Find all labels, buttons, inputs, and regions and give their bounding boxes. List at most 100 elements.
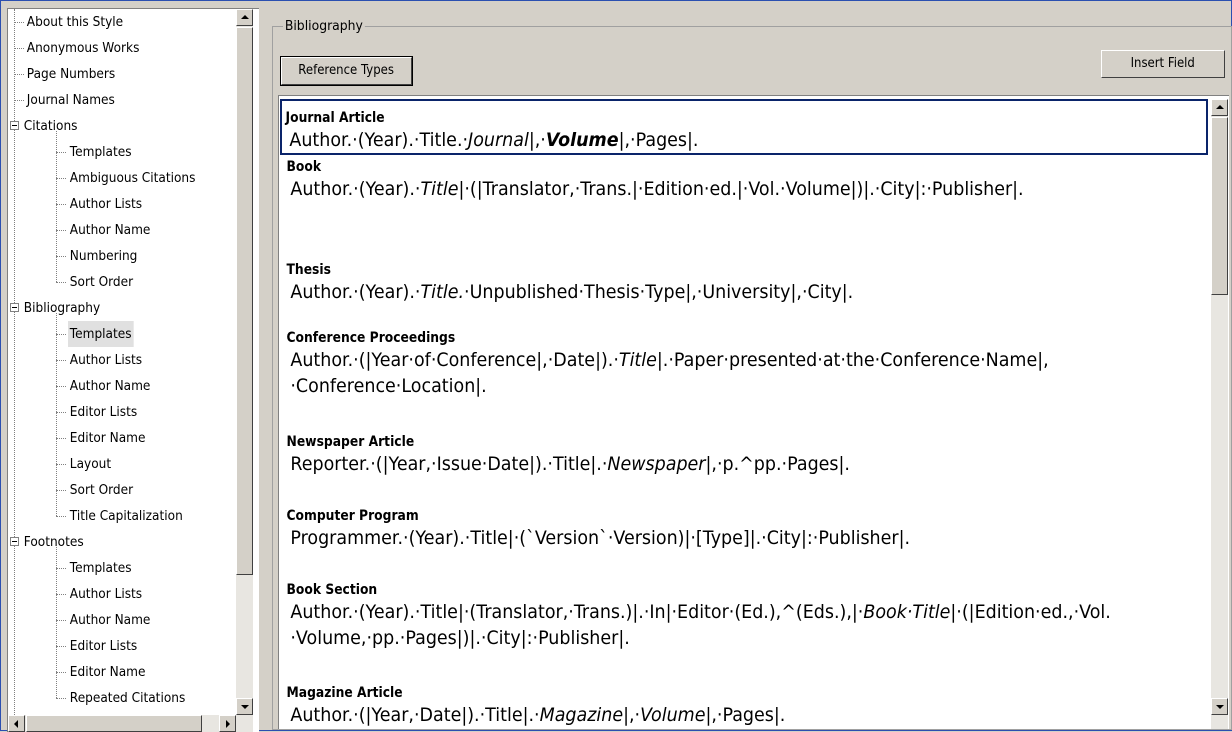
template-entry[interactable]: Computer Program Programmer.·(Year).·Titl… [283, 507, 1209, 551]
tree-item-author-name[interactable]: Author Name [8, 607, 236, 633]
tree-item-label: Repeated Citations [69, 690, 186, 706]
template-text[interactable]: ·Volume,·pp.·Pages|)|.·City|:·Publisher|… [283, 625, 1210, 651]
tree-item-label: Templates [69, 144, 132, 160]
tree-item-about-this-style[interactable]: About this Style [8, 9, 236, 35]
tree-item-ambiguous-citations[interactable]: Ambiguous Citations [8, 165, 236, 191]
tree-item-templates[interactable]: Templates [8, 139, 236, 165]
editor-scroll-thumb[interactable] [1211, 117, 1228, 295]
tree-item-label: Title Capitalization [69, 508, 183, 524]
template-entry[interactable]: Magazine Article Author.·(|Year,·Date|).·… [283, 684, 1209, 728]
tree-item-label: Editor Lists [69, 638, 138, 654]
template-segment: Newspaper [607, 453, 706, 475]
template-text[interactable]: Author.·(Year).·Title.·Unpublished·Thesi… [283, 279, 1210, 305]
tree-item-author-lists[interactable]: Author Lists [8, 581, 236, 607]
template-entry[interactable]: Newspaper Article Reporter.·(|Year,·Issue… [283, 433, 1209, 477]
tree-vertical-scrollbar[interactable] [236, 9, 253, 715]
template-text[interactable]: Author.·(|Year·of·Conference|,·Date|).·T… [283, 347, 1210, 373]
tree-item-layout[interactable]: Layout [8, 451, 236, 477]
tree-item-label: Layout [69, 456, 112, 472]
tree-scroll-thumb[interactable] [236, 27, 253, 575]
tree-connector [14, 22, 24, 23]
tree-item-anonymous-works[interactable]: Anonymous Works [8, 35, 236, 61]
reference-type-title: Book Section [286, 582, 378, 598]
template-text[interactable]: Author.·(Year).·Title.·Journal|,·Volume|… [282, 127, 1209, 153]
tree-connector [56, 178, 66, 179]
tree-item-templates[interactable]: Templates [8, 321, 236, 347]
tree-connector [56, 386, 66, 387]
reference-type-title: Book [286, 159, 322, 175]
tree-connector [56, 360, 66, 361]
template-segment: Author.·(Year).·Title|·(Translator,·Tran… [290, 601, 864, 623]
template-text[interactable]: Programmer.·(Year).·Title|·(`Version`·Ve… [283, 525, 1210, 551]
tree-item-footnotes[interactable]: Footnotes [8, 529, 236, 555]
template-text[interactable]: Reporter.·(|Year,·Issue·Date|).·Title|.·… [283, 451, 1210, 477]
template-editor[interactable]: Journal Article Author.·(Year).·Title.·Jo… [278, 95, 1229, 729]
tree-item-label: Journal Names [26, 92, 115, 108]
tree-item-label: Templates [68, 321, 134, 347]
collapse-toggle-icon[interactable] [10, 303, 19, 312]
tree-item-label: Author Name [69, 378, 151, 394]
tree-item-repeated-citations[interactable]: Repeated Citations [8, 685, 236, 711]
reference-type-title: Conference Proceedings [286, 330, 456, 346]
collapse-toggle-icon[interactable] [10, 121, 19, 130]
collapse-toggle-icon[interactable] [10, 537, 19, 546]
tree-item-editor-name[interactable]: Editor Name [8, 425, 236, 451]
editor-vertical-scrollbar[interactable] [1211, 99, 1228, 729]
template-entry[interactable]: Journal Article Author.·(Year).·Title.·Jo… [280, 99, 1208, 155]
tree-item-label: Ambiguous Citations [69, 170, 196, 186]
template-segment: Author.·(Year).· [290, 281, 421, 303]
tree-item-editor-name[interactable]: Editor Name [8, 659, 236, 685]
tree-horizontal-scrollbar[interactable] [8, 715, 253, 732]
tree-connector [56, 594, 66, 595]
reference-types-button[interactable]: Reference Types [280, 56, 413, 86]
template-text[interactable]: Author.·(Year).·Title|·(|Translator,·Tra… [283, 176, 1210, 202]
template-segment: ·Unpublished·Thesis·Type|,·University|,·… [464, 281, 854, 303]
tree-connector [56, 464, 66, 465]
tree-item-label: Numbering [69, 248, 138, 264]
template-segment: Programmer.·(Year).·Title|·(`Version`·Ve… [290, 527, 911, 549]
tree-item-sort-order[interactable]: Sort Order [8, 477, 236, 503]
tree-item-label: Page Numbers [26, 66, 116, 82]
template-segment: |.·Paper·presented·at·the·Conference·Nam… [656, 349, 1049, 371]
tree-connector [56, 152, 66, 153]
tree-scroll-up-button[interactable] [236, 9, 253, 26]
tree-item-sort-order[interactable]: Sort Order [8, 269, 236, 295]
tree-item-author-lists[interactable]: Author Lists [8, 191, 236, 217]
template-segment: Title. [420, 281, 465, 303]
tree-item-editor-lists[interactable]: Editor Lists [8, 633, 236, 659]
tree-hscroll-thumb[interactable] [26, 715, 202, 732]
tree-item-author-name[interactable]: Author Name [8, 217, 236, 243]
template-segment: Volume [640, 704, 706, 726]
tree-item-page-numbers[interactable]: Page Numbers [8, 61, 236, 87]
tree-connector [14, 74, 24, 75]
editor-scroll-down-button[interactable] [1211, 698, 1228, 715]
tree-item-label: Footnotes [23, 534, 84, 550]
template-segment: ·Conference·Location|. [290, 375, 487, 397]
template-entry[interactable]: Book Section Author.·(Year).·Title|·(Tran… [283, 581, 1209, 651]
template-segment: Magazine [539, 704, 624, 726]
template-text[interactable]: Author.·(|Year,·Date|).·Title|.·Magazine… [283, 702, 1210, 728]
tree-scroll-left-button[interactable] [8, 715, 25, 732]
insert-field-button[interactable]: Insert Field [1101, 50, 1225, 78]
editor-scroll-up-button[interactable] [1211, 99, 1228, 116]
template-entry[interactable]: Book Author.·(Year).·Title|·(|Translator,… [283, 158, 1209, 202]
tree-item-bibliography[interactable]: Bibliography [8, 295, 236, 321]
tree-item-label: Sort Order [69, 274, 134, 290]
tree-item-citations[interactable]: Citations [8, 113, 236, 139]
template-text[interactable]: Author.·(Year).·Title|·(Translator,·Tran… [283, 599, 1210, 625]
tree-item-author-lists[interactable]: Author Lists [8, 347, 236, 373]
tree-scroll-right-button[interactable] [219, 715, 236, 732]
template-segment: |,·p.^pp.·Pages|. [705, 453, 850, 475]
tree-item-numbering[interactable]: Numbering [8, 243, 236, 269]
tree-item-author-name[interactable]: Author Name [8, 373, 236, 399]
template-entry[interactable]: Conference Proceedings Author.·(|Year·of·… [283, 329, 1209, 399]
template-segment: Reporter.·(|Year,·Issue·Date|).·Title|.· [290, 453, 608, 475]
template-entry[interactable]: Thesis Author.·(Year).·Title.·Unpublished… [283, 261, 1209, 305]
tree-item-templates[interactable]: Templates [8, 555, 236, 581]
tree-scroll-down-button[interactable] [236, 698, 253, 715]
template-text[interactable]: ·Conference·Location|. [283, 373, 1210, 399]
tree-item-editor-lists[interactable]: Editor Lists [8, 399, 236, 425]
tree-item-title-capitalization[interactable]: Title Capitalization [8, 503, 236, 529]
tree-item-journal-names[interactable]: Journal Names [8, 87, 236, 113]
tree-connector [56, 256, 66, 257]
